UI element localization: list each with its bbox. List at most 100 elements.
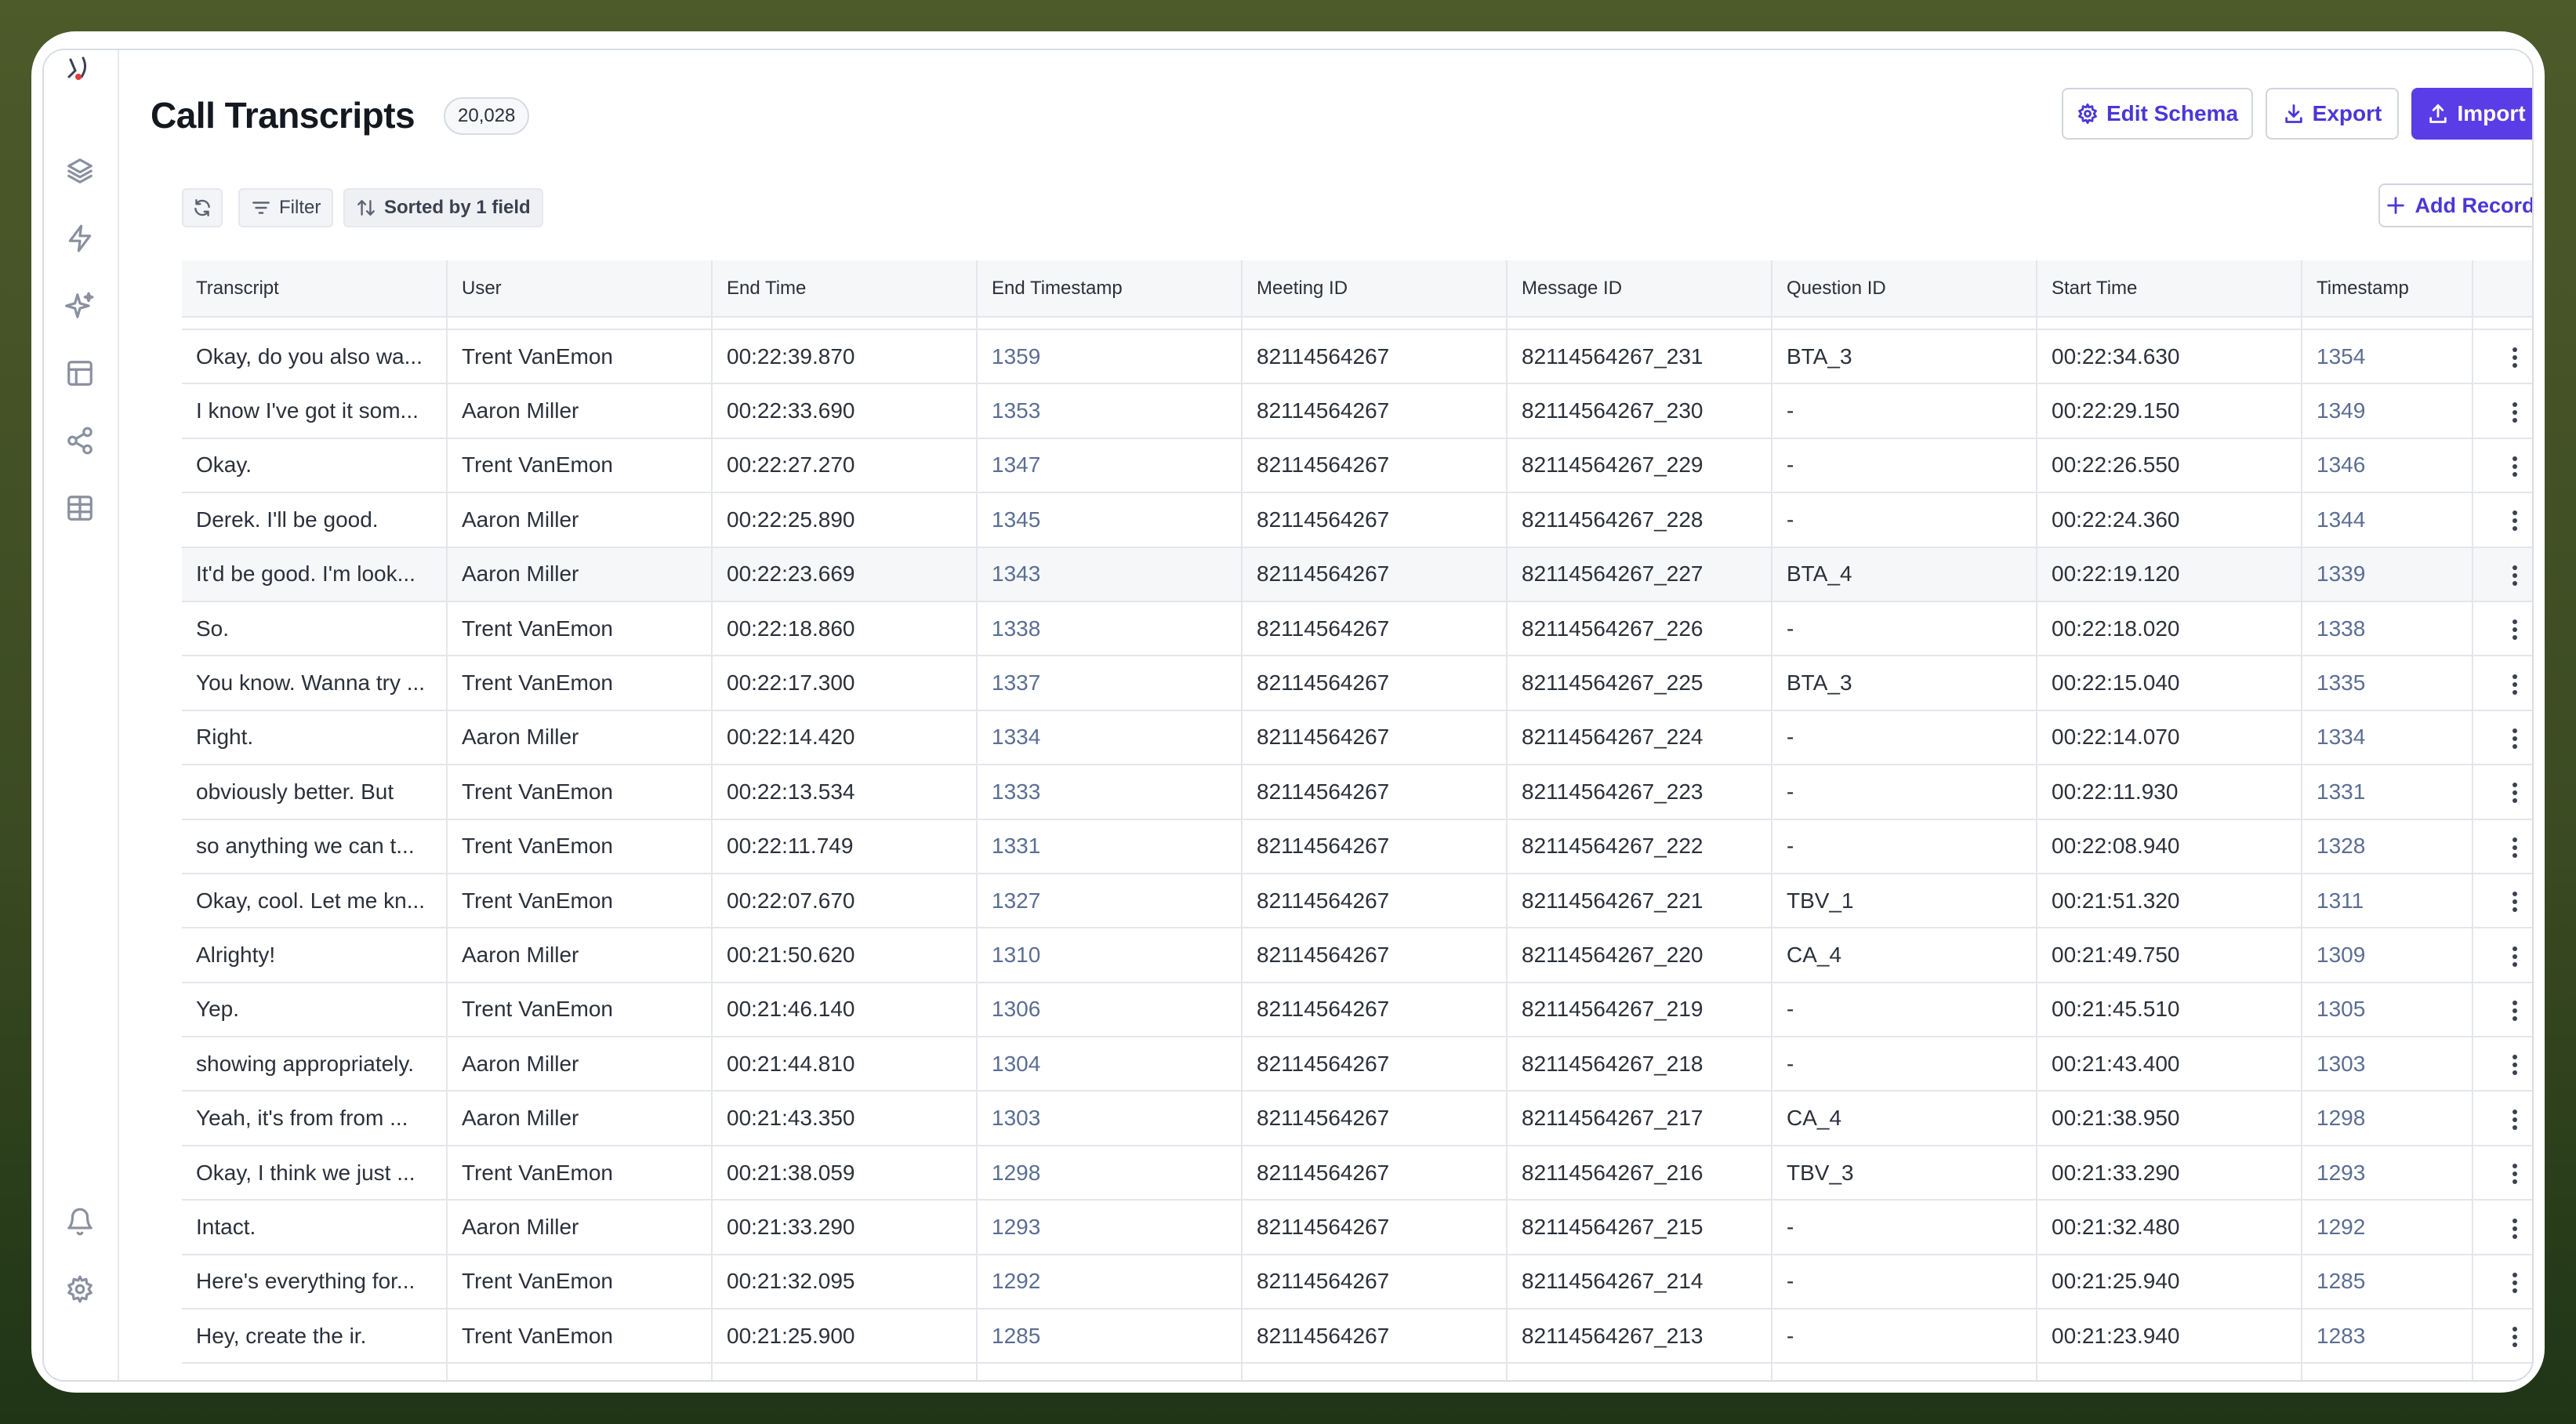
more-vertical-icon[interactable] [2512,401,2517,423]
table-cell[interactable]: TBV_1 [1772,873,2037,929]
table-cell[interactable]: 1293 [2302,1145,2473,1201]
table-cell[interactable]: BTA_4 [1772,547,2037,602]
more-vertical-icon[interactable] [2512,1272,2517,1293]
table-cell[interactable]: 82114564267 [1242,1309,1508,1364]
table-cell[interactable]: so anything we can t... [182,819,448,874]
table-cell[interactable]: 82114564267_217 [1507,1091,1772,1146]
table-cell[interactable]: Aaron Miller [447,928,713,983]
table-cell[interactable]: - [1772,1037,2037,1092]
row-actions[interactable] [2473,383,2532,439]
table-cell[interactable]: 00:21:25.940 [2037,1254,2302,1310]
table-cell[interactable]: Trent VanEmon [447,1145,713,1201]
table-cell[interactable]: CA_4 [1772,1091,2037,1146]
more-vertical-icon[interactable] [2512,1164,2517,1185]
row-actions[interactable] [2473,873,2532,929]
table-cell[interactable]: 82114564267_219 [1507,982,1772,1038]
more-vertical-icon[interactable] [2512,510,2517,532]
table-cell[interactable]: Trent VanEmon [447,438,713,494]
table-cell[interactable]: 00:21:16.890 [2037,1363,2302,1380]
table-cell[interactable]: Trent VanEmon [447,982,713,1038]
table-cell[interactable]: 1347 [977,438,1243,494]
table-cell[interactable]: 82114564267_228 [1507,492,1772,548]
more-vertical-icon[interactable] [2512,728,2517,750]
table-row[interactable]: Yep. Trent VanEmon 00:21:46.140 1306 8211456… [182,982,2532,1038]
logo-icon[interactable] [60,53,100,85]
table-cell[interactable]: I know I've got it som... [182,383,448,439]
table-cell[interactable]: 1298 [2302,1091,2473,1146]
table-cell[interactable]: Trent VanEmon [447,1309,713,1364]
row-actions[interactable] [2473,1145,2532,1201]
table-row[interactable]: so anything we can t... Trent VanEmon 00:2… [182,819,2532,874]
table-cell[interactable]: 00:21:44.810 [712,1037,978,1092]
column-header[interactable]: User [447,260,713,318]
table-cell[interactable]: 00:22:11.930 [2037,765,2302,820]
table-cell[interactable]: 1305 [2302,982,2473,1038]
table-cell[interactable]: 82114564267 [1242,656,1508,711]
table-cell[interactable]: You know. Wanna try ... [182,656,448,711]
layout-icon[interactable] [61,354,99,392]
table-cell[interactable]: 00:22:18.860 [712,601,978,657]
table-icon[interactable] [61,489,99,527]
table-cell[interactable]: 1334 [2302,710,2473,766]
row-actions[interactable] [2473,329,2532,385]
table-cell[interactable]: Trent VanEmon [447,329,713,385]
table-cell[interactable]: 1334 [977,710,1243,766]
table-cell[interactable]: - [1772,438,2037,494]
table-cell[interactable]: 00:22:29.150 [2037,383,2302,439]
table-cell[interactable]: 1283 [2302,1309,2473,1364]
table-cell[interactable]: 1298 [977,1145,1243,1201]
table-cell[interactable]: Aaron Miller [447,710,713,766]
row-actions[interactable] [2473,547,2532,602]
table-cell[interactable]: 82114564267_227 [1507,547,1772,602]
row-actions[interactable] [2473,438,2532,494]
table-cell[interactable]: 00:22:07.670 [712,873,978,929]
table-cell[interactable]: 1328 [2302,819,2473,874]
table-cell[interactable]: Okay, do you also wa... [182,329,448,385]
table-cell[interactable]: Trent VanEmon [447,656,713,711]
table-cell[interactable]: 82114564267 [1242,1363,1508,1380]
more-vertical-icon[interactable] [2512,347,2517,369]
table-cell[interactable]: Hey, create the ir. [182,1309,448,1364]
table-row[interactable]: Intact. Aaron Miller 00:21:33.290 1293 82114… [182,1200,2532,1255]
table-cell[interactable]: - [1772,765,2037,820]
row-actions[interactable] [2473,710,2532,766]
table-cell[interactable]: - [1772,1363,2037,1380]
table-cell[interactable]: 1359 [977,329,1243,385]
row-actions[interactable] [2473,1091,2532,1146]
import-button[interactable]: Import [2411,88,2532,140]
table-cell[interactable]: So. [182,601,448,657]
table-cell[interactable]: 82114564267_222 [1507,819,1772,874]
table-cell[interactable]: 00:21:38.950 [2037,1091,2302,1146]
row-actions[interactable] [2473,1363,2532,1380]
table-cell[interactable]: 1339 [2302,547,2473,602]
bell-icon[interactable] [61,1203,99,1241]
table-cell[interactable]: 1311 [2302,873,2473,929]
row-actions[interactable] [2473,1309,2532,1364]
table-cell[interactable]: 1304 [977,1037,1243,1092]
table-cell[interactable]: 00:22:24.360 [2037,492,2302,548]
more-vertical-icon[interactable] [2512,1000,2517,1021]
table-cell[interactable]: 82114564267_223 [1507,765,1772,820]
table-row[interactable]: Okay, I think we just ... Trent VanEmon 00… [182,1145,2532,1201]
table-cell[interactable]: 1353 [977,383,1243,439]
table-cell[interactable]: Trent VanEmon [447,601,713,657]
table-cell[interactable]: 1283 [977,1363,1243,1380]
table-cell[interactable]: Okay, cool. Let me kn... [182,873,448,929]
table-row[interactable]: Okay. Trent VanEmon 00:22:27.270 1347 821145… [182,438,2532,494]
table-row[interactable]: It'd be good. I'm look... Aaron Miller 00:… [182,547,2532,602]
table-cell[interactable]: 1331 [977,819,1243,874]
table-cell[interactable]: 82114564267_215 [1507,1200,1772,1255]
more-vertical-icon[interactable] [2512,674,2517,695]
table-cell[interactable]: 1335 [2302,656,2473,711]
table-cell[interactable]: Derek. I'll be good. [182,492,448,548]
table-cell[interactable]: 00:22:11.749 [712,819,978,874]
edit-schema-button[interactable]: Edit Schema [2062,88,2253,140]
column-header[interactable]: Transcript [182,260,448,318]
column-header[interactable]: End Time [712,260,978,318]
table-cell[interactable]: 1333 [977,765,1243,820]
table-cell[interactable]: - [1772,982,2037,1038]
table-cell[interactable]: 82114564267_224 [1507,710,1772,766]
table-cell[interactable]: 1309 [2302,928,2473,983]
table-cell[interactable]: 00:21:46.140 [712,982,978,1038]
table-cell[interactable]: 82114564267 [1242,492,1508,548]
